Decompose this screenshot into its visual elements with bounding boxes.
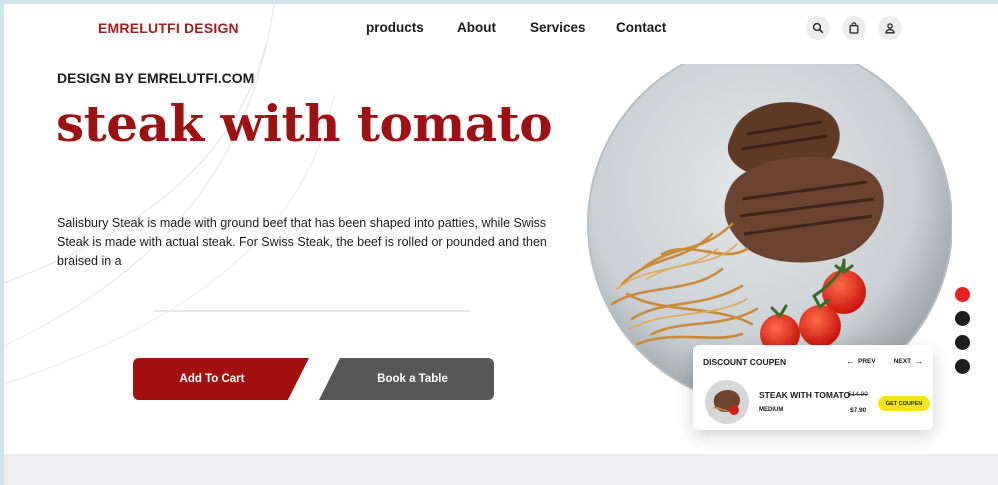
account-button[interactable] [878, 16, 902, 40]
coupon-price: $7.90 [850, 407, 867, 414]
search-button[interactable] [806, 16, 830, 40]
coupon-thumbnail [705, 380, 749, 424]
bag-icon [849, 22, 859, 34]
divider [154, 310, 470, 312]
page: EMRELUTFI DESIGN products About Services… [4, 4, 998, 485]
arrow-right-icon[interactable]: → [914, 357, 923, 366]
cart-button[interactable] [842, 16, 866, 40]
user-icon [885, 23, 895, 34]
steak-thumbnail-image [705, 380, 749, 424]
discount-coupon-card: DISCOUNT COUPEN ← PREV NEXT → STEAK WITH… [693, 345, 933, 430]
nav-products[interactable]: products [366, 20, 457, 35]
slider-dot-1[interactable] [955, 287, 970, 302]
book-table-button[interactable]: Book a Table [319, 358, 494, 400]
slider-dot-4[interactable] [955, 359, 970, 374]
nav-services[interactable]: Services [530, 20, 616, 35]
search-icon [812, 22, 824, 34]
coupon-size: MEDIUM [759, 407, 784, 413]
nav-about[interactable]: About [457, 20, 530, 35]
main-nav: products About Services Contact [366, 20, 666, 35]
slider-dot-2[interactable] [955, 311, 970, 326]
coupon-next[interactable]: NEXT [894, 358, 911, 365]
arrow-left-icon[interactable]: ← [846, 357, 855, 366]
coupon-prev[interactable]: PREV [858, 358, 876, 365]
slider-dots [955, 287, 970, 374]
hero-eyebrow: DESIGN BY EMRELUTFI.COM [57, 70, 255, 86]
logo[interactable]: EMRELUTFI DESIGN [98, 20, 239, 36]
add-to-cart-button[interactable]: Add To Cart [133, 358, 309, 400]
slider-dot-3[interactable] [955, 335, 970, 350]
coupon-item-name: STEAK WITH TOMATO [759, 390, 851, 400]
hero-description: Salisbury Steak is made with ground beef… [57, 216, 547, 268]
coupon-old-price: $14.99 [848, 391, 868, 398]
bottom-band [4, 454, 998, 485]
get-coupon-button[interactable]: GET COUPEN [878, 396, 930, 411]
nav-contact[interactable]: Contact [616, 20, 666, 35]
hero-title: steak with tomato [56, 94, 553, 153]
header-actions [806, 16, 902, 40]
coupon-title: DISCOUNT COUPEN [703, 357, 787, 367]
coupon-pager: ← PREV NEXT → [846, 357, 923, 366]
